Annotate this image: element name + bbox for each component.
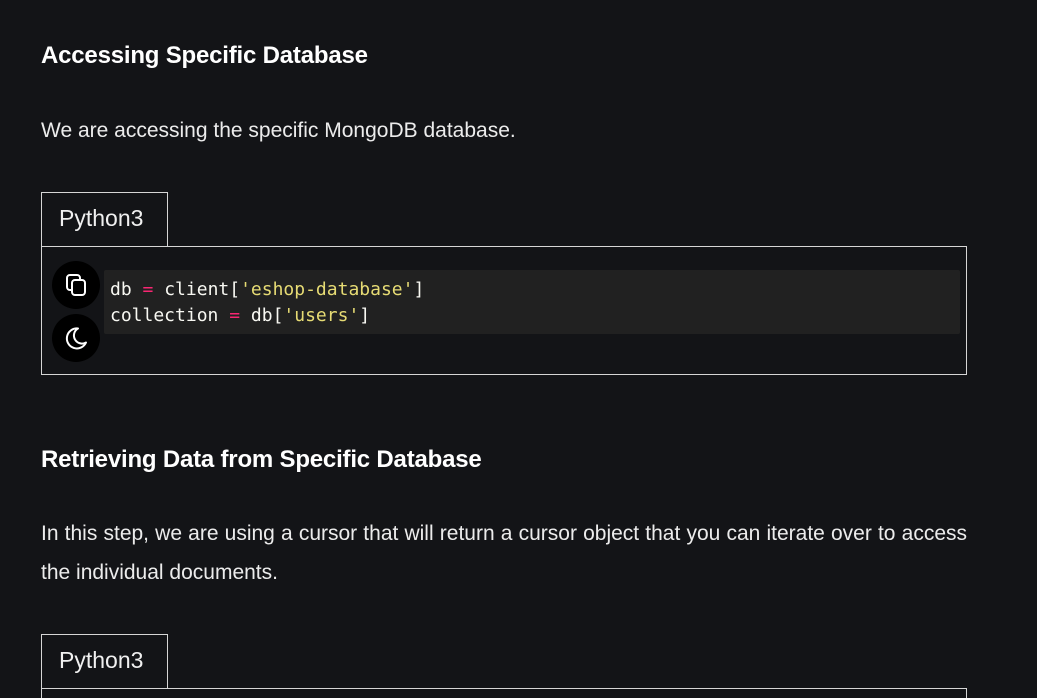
code-operator: = xyxy=(142,279,154,300)
code-line-1: db = client['eshop-database'] xyxy=(110,279,424,300)
article-page: Accessing Specific Database We are acces… xyxy=(0,0,1037,698)
copy-icon xyxy=(63,272,89,298)
code-block: db = client['eshop-database'] collection… xyxy=(41,246,967,375)
code-token: ] xyxy=(413,279,425,300)
code-token: collection xyxy=(110,305,219,326)
code-token: db[ xyxy=(250,305,284,326)
code-token: ] xyxy=(359,305,371,326)
code-token: db xyxy=(110,279,132,300)
section-heading-retrieving: Retrieving Data from Specific Database xyxy=(41,446,482,473)
code-tab-python3-2[interactable]: Python3 xyxy=(41,634,168,688)
code-tab-python3[interactable]: Python3 xyxy=(41,192,168,246)
code-tab-label: Python3 xyxy=(59,205,144,231)
code-token: client[ xyxy=(164,279,241,300)
code-operator: = xyxy=(229,305,241,326)
moon-icon xyxy=(63,325,89,351)
copy-code-button[interactable] xyxy=(52,261,100,309)
code-tab-label: Python3 xyxy=(59,647,144,673)
toggle-theme-button[interactable] xyxy=(52,314,100,362)
section-heading-accessing: Accessing Specific Database xyxy=(41,42,368,69)
code-block-2 xyxy=(41,688,967,698)
code-line-2: collection = db['users'] xyxy=(110,305,370,326)
section-paragraph-accessing: We are accessing the specific MongoDB da… xyxy=(41,119,516,142)
code-string: 'eshop-database' xyxy=(240,279,414,300)
code-string: 'users' xyxy=(283,305,360,326)
section-paragraph-retrieving: In this step, we are using a cursor that… xyxy=(41,522,967,584)
